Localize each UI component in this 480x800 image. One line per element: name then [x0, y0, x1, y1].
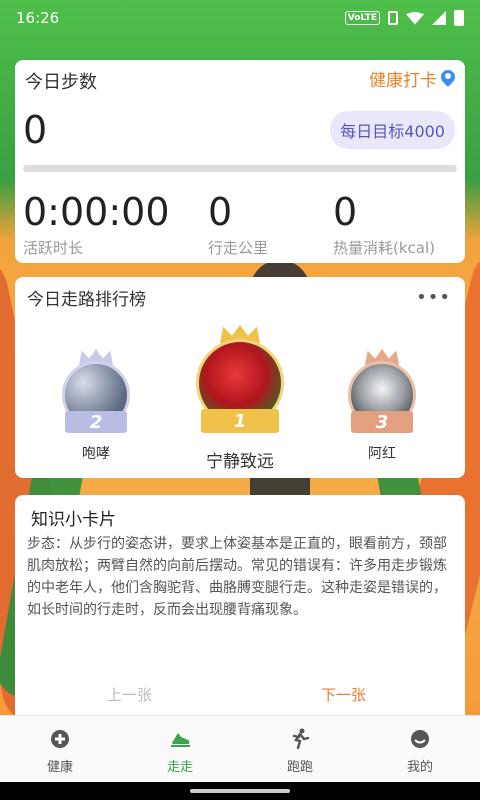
rank-name: 阿红	[368, 446, 396, 462]
health-checkin-button[interactable]: 健康打卡	[369, 66, 455, 91]
knowledge-card: 知识小卡片 步态：从步行的姿态讲，要求上体姿基本是正直的，眼看前方，颈部肌肉放松…	[15, 495, 465, 725]
ranking-title: 今日走路排行榜	[27, 290, 146, 310]
metric-calories: 0 热量消耗(kcal)	[333, 190, 435, 258]
metric-label: 活跃时长	[23, 239, 84, 257]
knowledge-card-title: 知识小卡片	[31, 510, 116, 530]
rank-entry-3[interactable]: 3 阿红	[337, 349, 427, 464]
shoe-icon	[169, 728, 191, 750]
profile-icon	[409, 728, 431, 750]
tab-label: 健康	[46, 760, 73, 775]
checkin-label: 健康打卡	[369, 71, 437, 91]
wifi-icon	[406, 11, 424, 25]
metric-label: 热量消耗(kcal)	[333, 239, 435, 257]
status-time: 16:26	[16, 9, 60, 27]
vibrate-icon	[388, 11, 398, 25]
rank-ribbon: 1	[201, 409, 279, 433]
rank-ribbon: 3	[351, 411, 413, 433]
rank-entry-1[interactable]: 1 宁静致远	[185, 325, 295, 473]
steps-title: 今日步数	[25, 72, 97, 93]
location-pin-icon	[441, 70, 455, 88]
rank-ribbon: 2	[65, 411, 127, 433]
metric-value: 0:00:00	[23, 190, 170, 234]
metric-distance: 0 行走公里	[208, 190, 268, 258]
metric-active-time: 0:00:00 活跃时长	[23, 190, 170, 258]
ranking-card: 今日走路排行榜 ••• 2 咆哮 1 宁静致远 3 阿红	[15, 277, 465, 478]
rank-name: 宁静致远	[206, 452, 274, 472]
tab-profile[interactable]: 我的	[360, 716, 480, 782]
status-bar: 16:26 VoLTE	[0, 0, 480, 36]
daily-goal-badge[interactable]: 每日目标4000	[330, 111, 455, 149]
next-card-button[interactable]: 下一张	[321, 684, 366, 705]
tab-label: 我的	[406, 760, 433, 775]
health-shield-icon	[49, 728, 71, 750]
prev-card-button[interactable]: 上一张	[107, 684, 152, 705]
tab-health[interactable]: 健康	[0, 716, 120, 782]
tab-walk[interactable]: 走走	[120, 716, 240, 782]
rank-entry-2[interactable]: 2 咆哮	[51, 349, 141, 464]
signal-icon	[432, 11, 446, 25]
battery-icon	[454, 10, 464, 26]
tab-label: 跑跑	[286, 760, 313, 775]
more-options-icon[interactable]: •••	[416, 287, 451, 308]
step-count: 0	[23, 108, 48, 152]
knowledge-card-body: 步态：从步行的姿态讲，要求上体姿基本是正直的，眼看前方，颈部肌肉放松；两臂自然的…	[27, 536, 447, 618]
system-navigation-bar	[0, 782, 480, 800]
metric-value: 0	[208, 190, 233, 234]
tab-label: 走走	[166, 760, 193, 775]
rank-name: 咆哮	[82, 446, 110, 462]
bottom-navigation: 健康 走走 跑跑 我的	[0, 715, 480, 782]
steps-progress-bar	[23, 165, 457, 172]
home-indicator	[190, 789, 290, 793]
tab-run[interactable]: 跑跑	[240, 716, 360, 782]
metric-value: 0	[333, 190, 358, 234]
volte-icon: VoLTE	[344, 11, 380, 25]
metric-label: 行走公里	[208, 239, 269, 257]
runner-icon	[289, 728, 311, 750]
steps-card: 今日步数 健康打卡 0 每日目标4000 0:00:00 活跃时长 0 行走公里…	[15, 60, 465, 263]
